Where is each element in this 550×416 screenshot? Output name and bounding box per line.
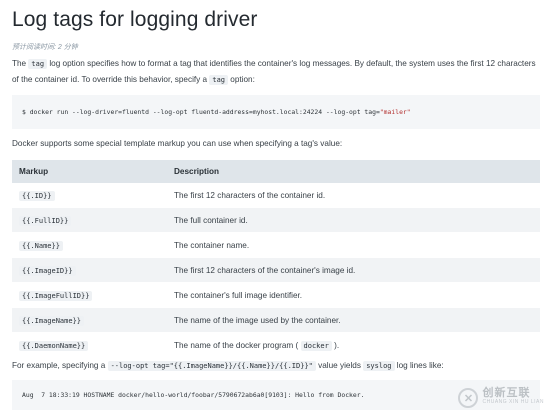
markup-code: {{.FullID}} [19,215,72,226]
markup-cell: {{.ImageFullID}} [12,282,167,308]
table-row: {{.ID}} The first 12 characters of the c… [12,183,540,208]
log-line: Aug 7 18:33:19 HOSTNAME docker/hello-wor… [22,391,365,399]
header-markup: Markup [12,160,167,183]
description-text: ). [331,340,340,350]
markup-cell: {{.ID}} [12,183,167,208]
description-cell: The container name. [167,232,540,258]
example-paragraph: For example, specifying a --log-opt tag=… [12,361,444,371]
command-code-block[interactable]: $ docker run --log-driver=fluentd --log-… [12,95,540,129]
markup-code: {{.ID}} [19,190,55,201]
chuangxin-logo-icon: ✕ [458,388,479,408]
description-cell: The first 12 characters of the container… [167,257,540,283]
markup-code: {{.ImageID}} [19,265,76,276]
markup-cell: {{.ImageID}} [12,257,167,283]
intro-paragraph: The tag log option specifies how to form… [12,56,540,88]
command-string: "mailer" [379,108,411,116]
table-row: {{.ImageID}} The first 12 characters of … [12,257,540,283]
table-row: {{.ImageName}} The name of the image use… [12,307,540,333]
table-row: {{.Name}} The container name. [12,232,540,258]
markup-cell: {{.FullID}} [12,207,167,233]
markup-code: {{.ImageFullID}} [19,290,93,301]
table-header-row: Markup Description [12,160,540,183]
intro-text-3: option: [228,75,255,84]
markup-table: Markup Description {{.ID}} The first 12 … [12,160,540,358]
table-row: {{.ImageFullID}} The container's full im… [12,282,540,308]
intro-text-1: The [12,59,29,68]
description-cell: The full container id. [167,207,540,233]
read-time: 预计阅读时间: 2 分钟 [12,44,78,51]
watermark-sub: CHUANG XIN HU LIAN [482,399,544,405]
tag-code: tag [209,75,229,85]
description-cell: The name of the image used by the contai… [167,307,540,333]
markup-cell: {{.ImageName}} [12,307,167,333]
description-cell: The container's full image identifier. [167,282,540,308]
watermark-text: 创新互联 CHUANG XIN HU LIAN [482,387,544,407]
description-cell: The name of the docker program ( docker … [167,332,540,358]
intro-text-2: log option specifies how to format a tag… [12,59,536,84]
watermark: ✕ 创新互联 CHUANG XIN HU LIAN [458,388,544,408]
command-text: $ docker run --log-driver=fluentd --log-… [22,108,380,116]
markup-code: {{.Name}} [19,240,63,251]
example-text-1: For example, specifying a [12,361,108,370]
docker-code: docker [300,340,332,351]
example-text-2: value yields [315,361,364,370]
tag-code: tag [28,59,48,69]
watermark-name: 创新互联 [482,387,531,399]
markup-code: {{.DaemonName}} [19,340,89,351]
markup-cell: {{.Name}} [12,232,167,258]
header-description: Description [167,160,540,183]
description-cell: The first 12 characters of the container… [167,183,540,208]
page-title: Log tags for logging driver [12,8,258,31]
description-text: The name of the docker program ( [174,340,301,350]
markup-code: {{.ImageName}} [19,315,85,326]
syslog-code: syslog [363,361,395,371]
log-opt-code: --log-opt tag="{{.ImageName}}/{{.Name}}/… [107,361,316,371]
markup-cell: {{.DaemonName}} [12,332,167,358]
example-text-3: log lines like: [394,361,444,370]
table-row: {{.DaemonName}} The name of the docker p… [12,332,540,358]
table-row: {{.FullID}} The full container id. [12,207,540,233]
template-intro: Docker supports some special template ma… [12,139,343,148]
